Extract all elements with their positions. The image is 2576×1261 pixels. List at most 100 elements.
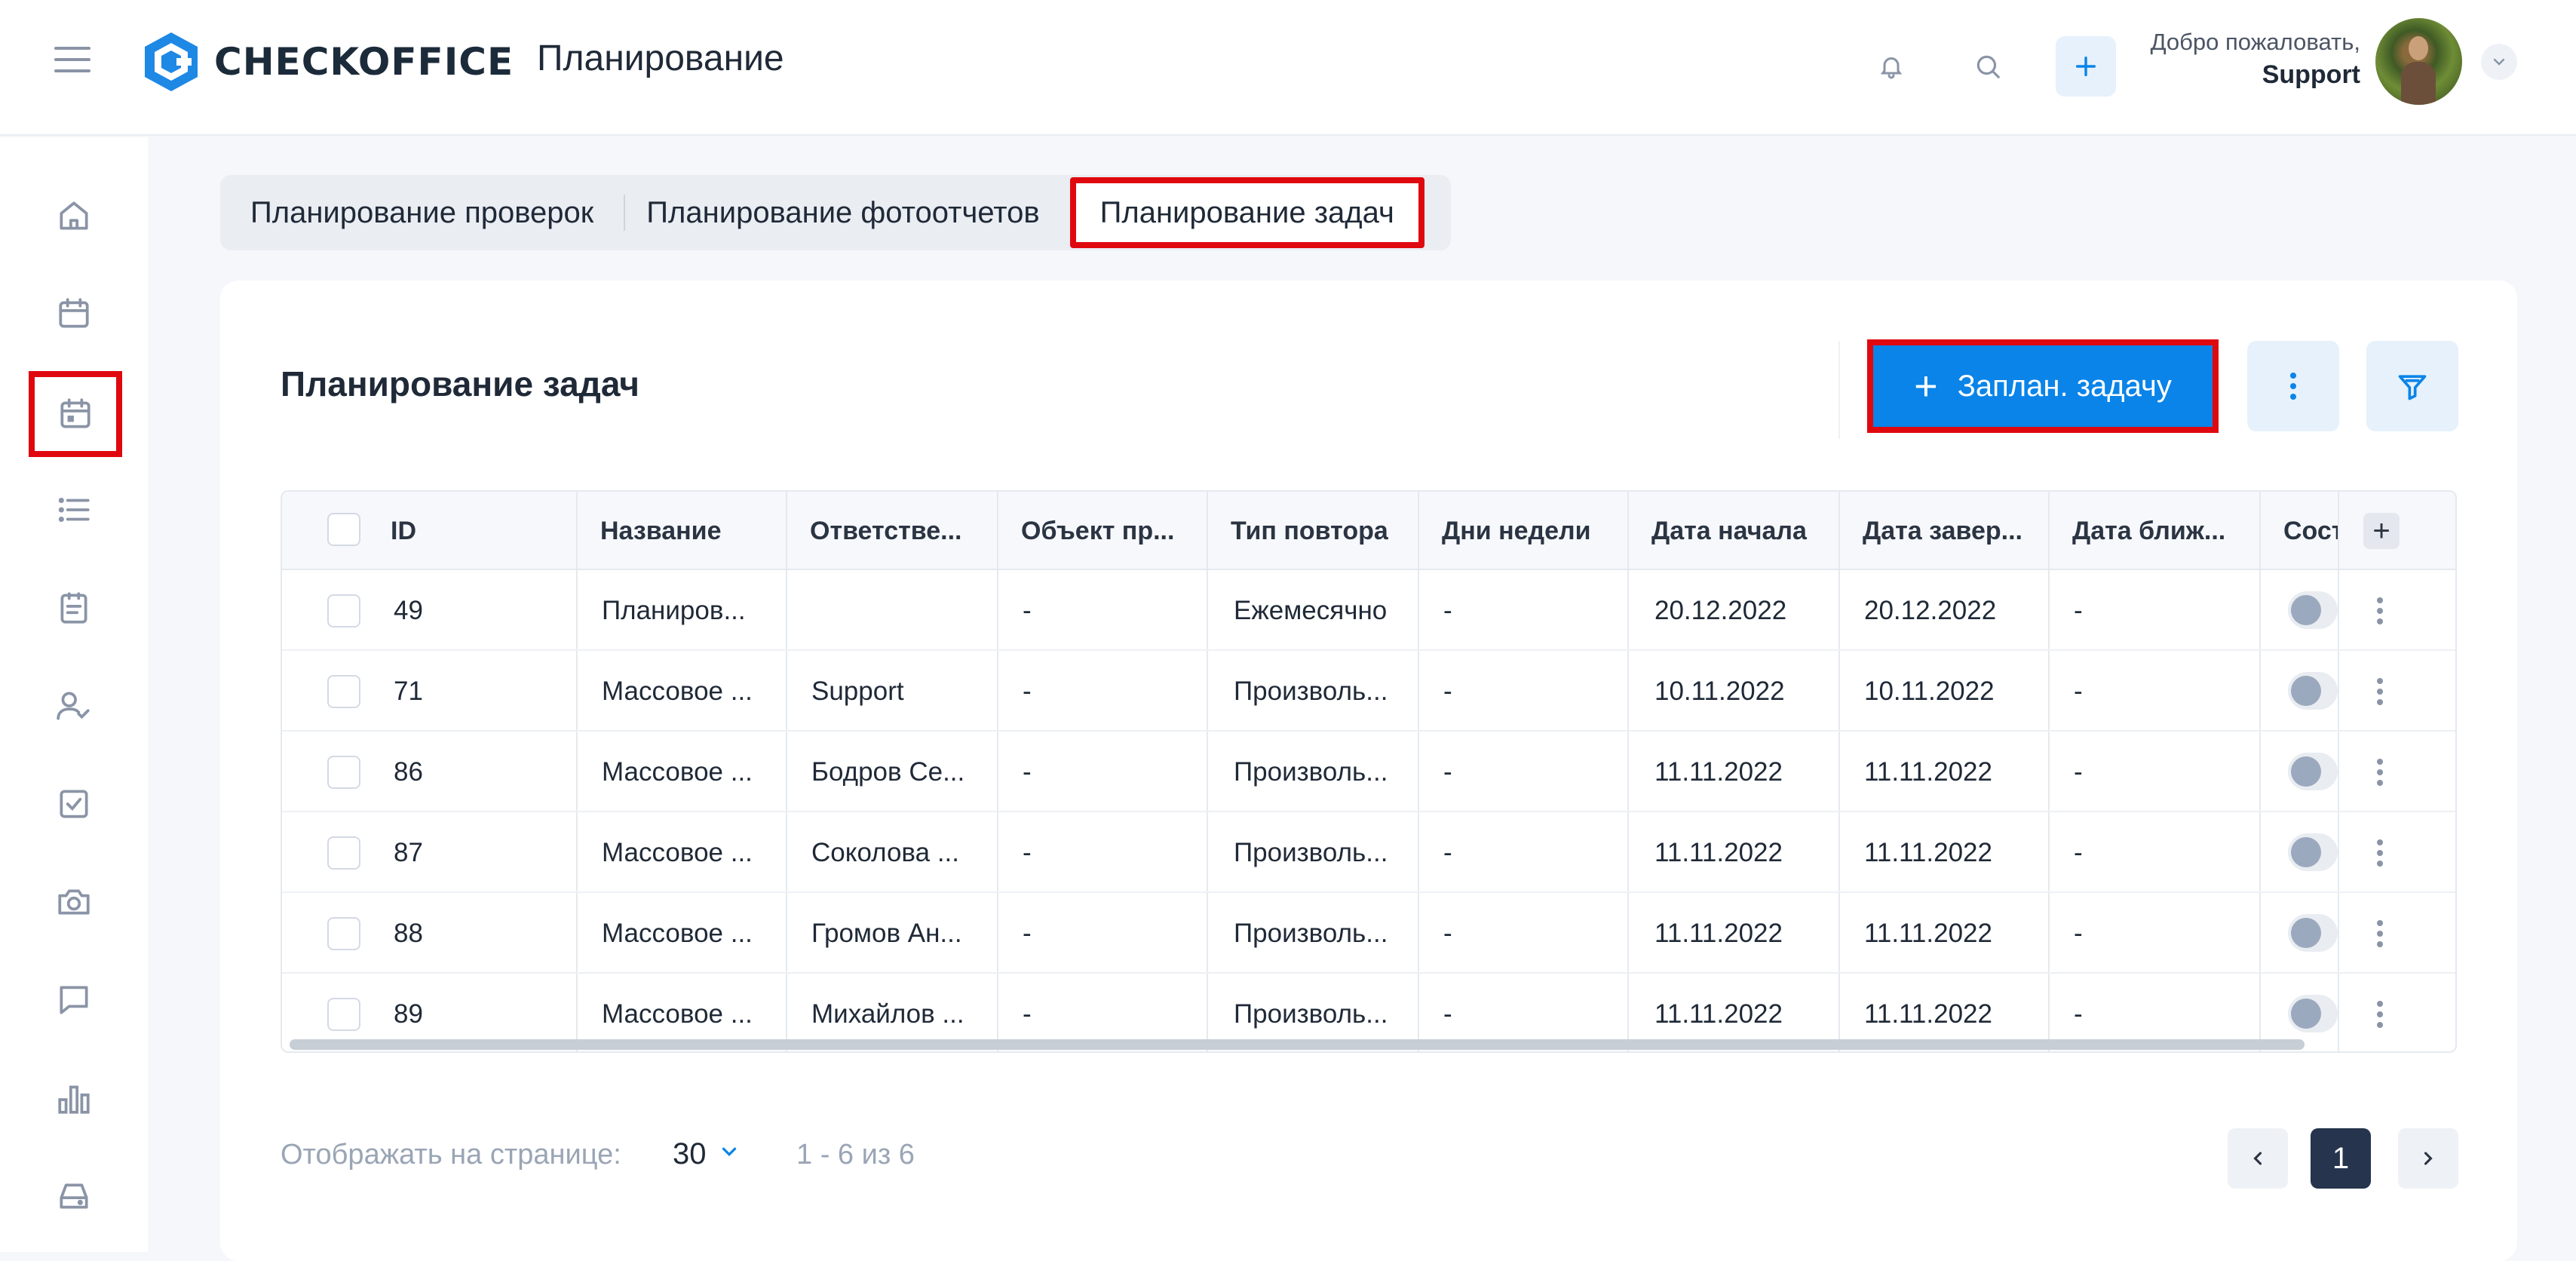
cell-start-date: 20.12.2022 [1654,595,1787,625]
add-button[interactable] [2056,36,2116,97]
chevron-left-icon [2253,1152,2262,1165]
status-toggle[interactable] [2288,591,2338,629]
row-actions-kebab-icon[interactable] [2365,669,2395,714]
cell-repeat-type: Произволь... [1234,837,1388,867]
notifications-button[interactable] [1861,36,1921,97]
column-header-end-date[interactable]: Дата завер... [1863,492,2047,570]
hamburger-menu-icon[interactable] [54,47,90,74]
cell-weekdays: - [1443,756,1452,787]
row-checkbox[interactable] [327,756,360,789]
table-row[interactable]: 88 Массовое ... Громов Ан... - Произволь… [282,893,2455,974]
tab-photo-reports-planning[interactable]: Планирование фотоотчетов [625,175,1039,250]
sidebar-item-reports[interactable] [36,1060,112,1136]
cell-object: - [1023,595,1032,625]
sidebar-item-storage[interactable] [36,1158,112,1234]
plan-task-button-label: Заплан. задачу [1957,369,2172,403]
column-header-name[interactable]: Название [600,492,781,570]
select-all-checkbox[interactable] [327,513,360,546]
table-row[interactable]: 71 Массовое ... Support - Произволь... -… [282,651,2455,732]
table-row[interactable]: 87 Массовое ... Соколова ... - Произволь… [282,812,2455,893]
row-actions-kebab-icon[interactable] [2365,992,2395,1037]
prev-page-button[interactable] [2228,1128,2288,1189]
status-toggle[interactable] [2288,914,2338,952]
tasks-table: ID Название Ответстве... Объект пр... Ти… [281,490,2457,1053]
cell-repeat-type: Произволь... [1234,918,1388,948]
per-page-select[interactable]: 30 [673,1137,707,1171]
home-icon [60,201,88,230]
sidebar-item-messages[interactable] [36,962,112,1038]
per-page-dropdown[interactable] [718,1140,741,1167]
page-button-current[interactable]: 1 [2311,1128,2371,1189]
column-header-start-date[interactable]: Дата начала [1651,492,1835,570]
cell-start-date: 11.11.2022 [1654,918,1783,948]
column-header-id[interactable]: ID [391,492,557,570]
search-button[interactable] [1958,36,2018,97]
checkbox-icon [60,790,88,818]
status-toggle[interactable] [2288,753,2338,790]
horizontal-scrollbar[interactable] [290,1039,2305,1050]
status-toggle[interactable] [2288,833,2338,871]
logo[interactable]: CHECKOFFICE [143,29,514,95]
cell-object: - [1023,918,1032,948]
table-row[interactable]: 49 Планиров... - Ежемесячно - 20.12.2022… [282,570,2455,651]
row-checkbox[interactable] [327,998,360,1031]
tab-inspections-planning[interactable]: Планирование проверок [220,175,624,250]
table-row[interactable]: 86 Массовое ... Бодров Се... - Произволь… [282,732,2455,812]
cell-end-date: 11.11.2022 [1864,837,1992,867]
cell-name: Массовое ... [602,918,753,948]
cell-start-date: 11.11.2022 [1654,756,1783,787]
row-checkbox[interactable] [327,836,360,870]
row-actions-kebab-icon[interactable] [2365,750,2395,795]
row-actions-kebab-icon[interactable] [2365,588,2395,634]
cell-nearest-date: - [2074,595,2083,625]
avatar[interactable] [2375,18,2462,105]
cell-responsible: Бодров Се... [811,756,965,787]
sidebar-item-photo[interactable] [36,864,112,940]
tasks-planning-card: Планирование задач + Заплан. задачу ID Н… [220,281,2517,1261]
column-header-weekdays[interactable]: Дни недели [1442,492,1626,570]
tab-tasks-planning[interactable]: Планирование задач [1069,177,1424,248]
row-actions-kebab-icon[interactable] [2365,911,2395,956]
row-checkbox[interactable] [327,594,360,627]
sidebar-item-planning[interactable] [29,371,122,457]
cell-repeat-type: Произволь... [1234,676,1388,706]
sidebar-item-calendar[interactable] [36,276,112,351]
camera-icon [58,889,90,915]
cell-nearest-date: - [2074,837,2083,867]
column-header-object[interactable]: Объект пр... [1021,492,1205,570]
next-page-button[interactable] [2398,1128,2458,1189]
table-header: ID Название Ответстве... Объект пр... Ти… [282,492,2455,570]
per-page-label: Отображать на странице: [281,1139,621,1170]
status-toggle[interactable] [2288,995,2338,1032]
cell-start-date: 10.11.2022 [1654,676,1785,706]
sidebar-item-tasks[interactable] [36,766,112,842]
cell-responsible: Support [811,676,904,706]
status-toggle[interactable] [2288,672,2338,710]
column-header-status[interactable]: Сост [2283,492,2338,570]
filter-button[interactable] [2366,341,2458,431]
column-header-repeat-type[interactable]: Тип повтора [1231,492,1415,570]
cell-id: 86 [394,756,423,787]
cell-start-date: 11.11.2022 [1654,837,1783,867]
add-column-button[interactable]: + [2363,513,2400,549]
more-options-button[interactable] [2247,341,2339,431]
toolbar-divider [1838,341,1840,439]
welcome-block: Добро пожаловать, Support [2149,29,2360,90]
cell-end-date: 10.11.2022 [1864,676,1995,706]
column-header-responsible[interactable]: Ответстве... [810,492,994,570]
column-header-nearest-date[interactable]: Дата ближ... [2072,492,2256,570]
cell-end-date: 20.12.2022 [1864,595,1997,625]
user-menu-toggle[interactable] [2481,44,2517,80]
sidebar-item-home[interactable] [36,178,112,253]
cell-nearest-date: - [2074,676,2083,706]
row-actions-kebab-icon[interactable] [2365,830,2395,876]
sidebar-item-checklists[interactable] [36,570,112,646]
sidebar-item-list[interactable] [36,472,112,548]
row-checkbox[interactable] [327,917,360,950]
row-checkbox[interactable] [327,675,360,708]
plus-icon [2075,56,2096,77]
plan-task-button[interactable]: + Заплан. задачу [1867,339,2219,433]
cell-end-date: 11.11.2022 [1864,918,1992,948]
sidebar-item-users[interactable] [36,668,112,744]
plus-icon: + [1914,364,1938,409]
